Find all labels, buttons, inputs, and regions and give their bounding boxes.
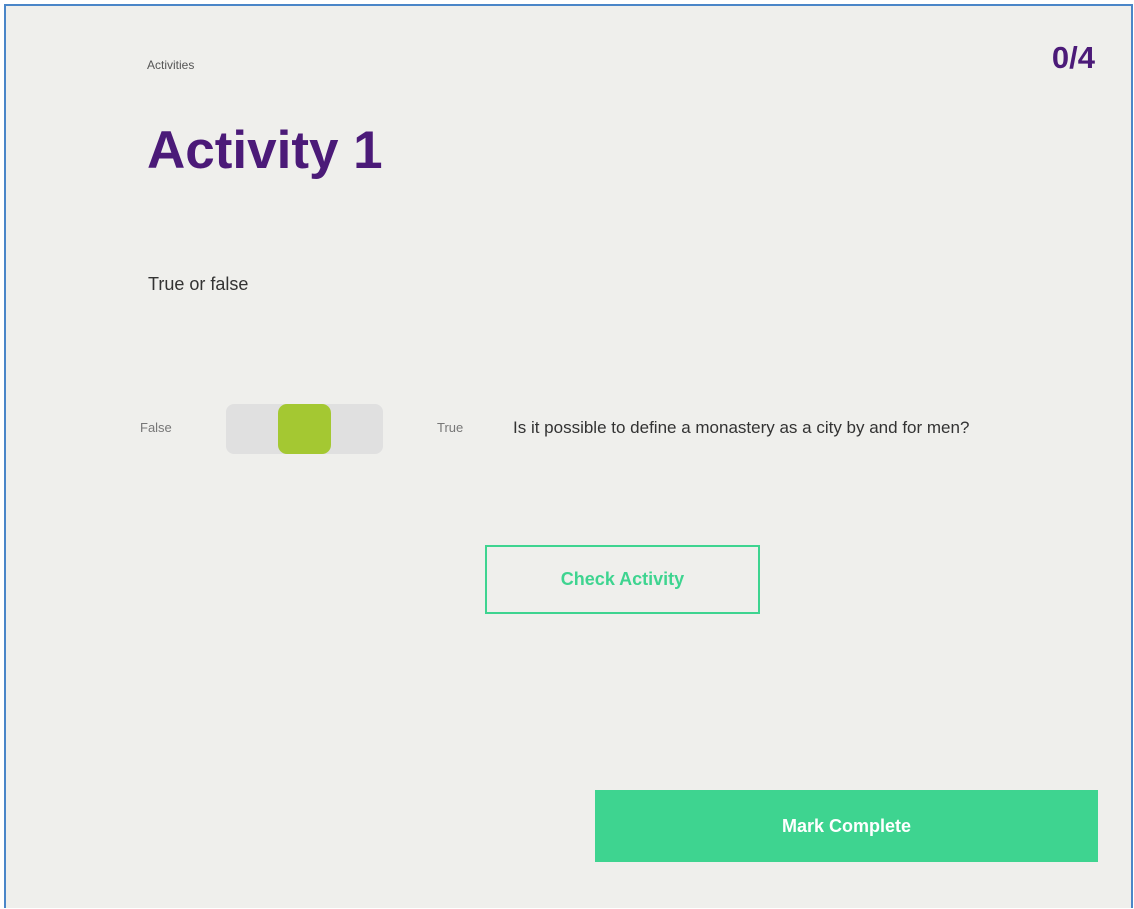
mark-complete-button[interactable]: Mark Complete [595, 790, 1098, 862]
true-false-question: False True Is it possible to define a mo… [6, 400, 1131, 454]
activity-instruction: True or false [148, 274, 249, 294]
check-activity-button[interactable]: Check Activity [485, 545, 760, 614]
true-label: True [437, 420, 464, 435]
toggle-knob[interactable] [278, 404, 331, 454]
page-title: Activity 1 [147, 121, 383, 180]
breadcrumb[interactable]: Activities [147, 58, 194, 72]
true-false-toggle[interactable] [226, 404, 383, 454]
activity-panel: Activities 0/4 Activity 1 True or false … [4, 4, 1133, 908]
false-label: False [140, 420, 172, 435]
progress-count: 0/4 [1051, 40, 1095, 75]
question-text: Is it possible to define a monastery as … [513, 418, 970, 437]
